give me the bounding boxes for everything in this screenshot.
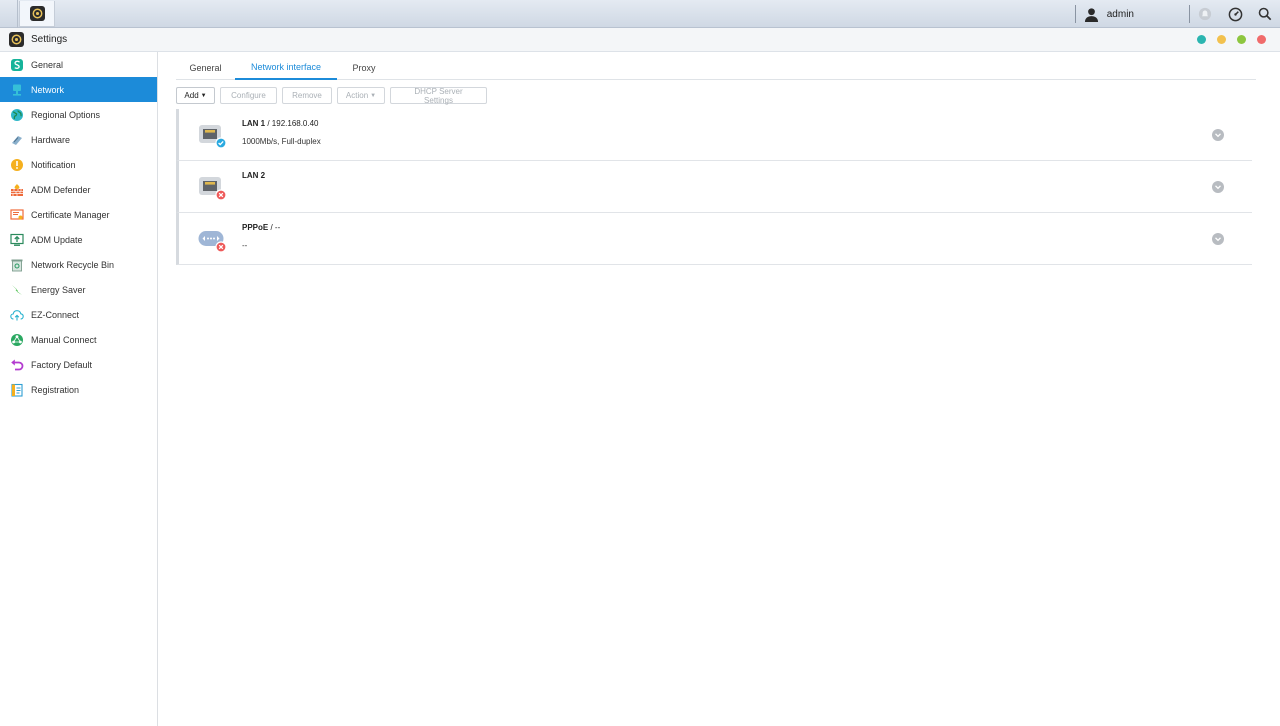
sidebar-item-regional-options[interactable]: Regional Options — [0, 102, 157, 127]
regional-options-icon — [10, 108, 24, 122]
interface-name: LAN 2 — [242, 171, 265, 180]
settings-sidebar: General Network Regional Options Hardwar… — [0, 52, 158, 726]
ethernet-port-icon — [198, 123, 227, 149]
ethernet-port-icon — [198, 175, 227, 201]
interface-name: PPPoE / -- — [242, 223, 280, 232]
sidebar-item-label: Notification — [31, 159, 76, 170]
sidebar-item-general[interactable]: General — [0, 52, 157, 77]
energy-saver-icon — [10, 283, 24, 297]
dhcp-server-settings-button[interactable]: DHCP Server Settings — [390, 87, 487, 105]
interface-item-lan2[interactable]: LAN 2 — [176, 161, 1252, 213]
certificate-icon — [10, 208, 24, 222]
window-minimize-button[interactable] — [1217, 35, 1226, 44]
sidebar-item-label: Network — [31, 84, 65, 95]
interface-address: / -- — [268, 223, 281, 232]
tab-proxy[interactable]: Proxy — [337, 56, 391, 80]
registration-icon — [10, 383, 24, 397]
window-maximize-button[interactable] — [1237, 35, 1246, 44]
sidebar-item-network[interactable]: Network — [0, 77, 157, 102]
sidebar-item-label: Hardware — [31, 134, 71, 145]
notification-icon — [10, 158, 24, 172]
sidebar-item-label: ADM Update — [31, 234, 83, 245]
taskbar-separator — [17, 0, 18, 28]
caret-down-icon: ▼ — [370, 92, 377, 99]
general-icon — [10, 58, 24, 72]
pppoe-connection-icon — [198, 227, 227, 253]
notification-bell-icon[interactable] — [1190, 7, 1220, 21]
user-name: admin — [1106, 8, 1134, 20]
settings-app-icon — [9, 32, 24, 47]
manual-connect-icon — [10, 333, 24, 347]
window-title-bar[interactable]: Settings — [0, 28, 1280, 52]
expand-chevron-icon[interactable] — [1212, 129, 1224, 141]
ez-connect-icon — [10, 308, 24, 322]
interface-title: LAN 2 — [242, 171, 266, 180]
interface-detail: -- — [242, 241, 248, 250]
interface-title: PPPoE — [242, 223, 269, 232]
action-button-label: Action — [345, 91, 369, 100]
sidebar-item-adm-defender[interactable]: ADM Defender — [0, 177, 157, 202]
sidebar-item-label: Regional Options — [31, 109, 101, 120]
expand-chevron-icon[interactable] — [1212, 233, 1224, 245]
hardware-icon — [10, 133, 24, 147]
action-button[interactable]: Action ▼ — [337, 87, 385, 104]
sidebar-item-label: Certificate Manager — [31, 209, 110, 220]
sidebar-item-ez-connect[interactable]: EZ-Connect — [0, 302, 157, 327]
interface-detail: 1000Mb/s, Full-duplex — [242, 137, 321, 146]
network-settings-panel: General Network interface Proxy Add ▼ Con… — [158, 52, 1280, 726]
sidebar-item-label: Manual Connect — [31, 334, 97, 345]
sidebar-item-network-recycle-bin[interactable]: Network Recycle Bin — [0, 252, 157, 277]
sidebar-item-adm-update[interactable]: ADM Update — [0, 227, 157, 252]
taskbar-settings-app[interactable] — [19, 1, 55, 27]
user-icon — [1084, 7, 1098, 22]
interface-toolbar: Add ▼ Configure Remove Action ▼ DHCP Serve… — [176, 87, 487, 105]
caret-down-icon: ▼ — [200, 92, 207, 99]
sidebar-item-factory-default[interactable]: Factory Default — [0, 352, 157, 377]
sidebar-item-energy-saver[interactable]: Energy Saver — [0, 277, 157, 302]
sidebar-item-label: General — [31, 59, 64, 70]
adm-defender-icon — [10, 183, 24, 197]
sidebar-item-hardware[interactable]: Hardware — [0, 127, 157, 152]
window-title: Settings — [31, 34, 68, 45]
window-close-button[interactable] — [1257, 35, 1266, 44]
user-menu[interactable]: admin — [1076, 7, 1189, 22]
tab-general[interactable]: General — [176, 56, 235, 80]
search-icon[interactable] — [1250, 7, 1280, 21]
add-button-label: Add — [184, 91, 199, 100]
recycle-bin-icon — [10, 258, 24, 272]
add-button[interactable]: Add ▼ — [176, 87, 215, 104]
sidebar-item-registration[interactable]: Registration — [0, 377, 157, 402]
sidebar-item-label: EZ-Connect — [31, 309, 80, 320]
sidebar-item-manual-connect[interactable]: Manual Connect — [0, 327, 157, 352]
interface-item-pppoe[interactable]: PPPoE / -- -- — [176, 213, 1252, 265]
sidebar-item-label: Factory Default — [31, 359, 93, 370]
sidebar-item-label: ADM Defender — [31, 184, 91, 195]
remove-button[interactable]: Remove — [282, 87, 332, 104]
sidebar-item-notification[interactable]: Notification — [0, 152, 157, 177]
expand-chevron-icon[interactable] — [1212, 181, 1224, 193]
factory-default-icon — [10, 358, 24, 372]
adm-update-icon — [10, 233, 24, 247]
interface-name: LAN 1 / 192.168.0.40 — [242, 119, 319, 128]
tab-network-interface[interactable]: Network interface — [235, 56, 337, 80]
configure-button[interactable]: Configure — [220, 87, 277, 104]
sidebar-item-label: Energy Saver — [31, 284, 86, 295]
interface-item-lan1[interactable]: LAN 1 / 192.168.0.40 1000Mb/s, Full-dupl… — [176, 109, 1252, 161]
sidebar-item-label: Network Recycle Bin — [31, 259, 115, 270]
interface-title: LAN 1 — [242, 119, 266, 128]
interface-address: / 192.168.0.40 — [265, 119, 319, 128]
network-icon — [10, 83, 24, 97]
sidebar-item-label: Registration — [31, 384, 80, 395]
window-help-button[interactable] — [1197, 35, 1206, 44]
tab-bar: General Network interface Proxy — [176, 56, 1256, 80]
sidebar-item-certificate-manager[interactable]: Certificate Manager — [0, 202, 157, 227]
dashboard-gauge-icon[interactable] — [1220, 7, 1250, 22]
taskbar: admin — [0, 0, 1280, 28]
interface-list: LAN 1 / 192.168.0.40 1000Mb/s, Full-dupl… — [176, 109, 1252, 265]
settings-app-icon — [29, 6, 45, 21]
